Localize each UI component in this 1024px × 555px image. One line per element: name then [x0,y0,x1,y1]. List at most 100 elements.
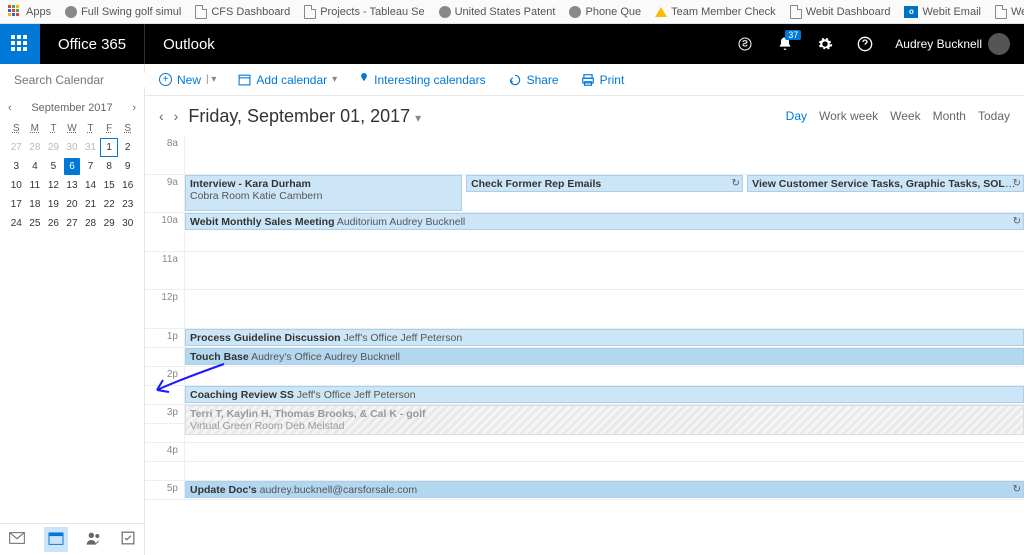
bookmark-icon [655,7,667,17]
minical-day[interactable]: 12 [45,177,62,194]
minical-dow: F [101,120,118,137]
minical-prev[interactable]: ‹ [8,102,12,114]
minical-day[interactable]: 27 [8,139,25,156]
minical-day[interactable]: 25 [27,215,44,232]
event[interactable]: Check Former Rep Emails↻ [466,175,743,192]
date-next[interactable]: › [174,108,179,124]
date-title[interactable]: Friday, September 01, 2017 ▾ [188,106,421,127]
minical-day[interactable]: 10 [8,177,25,194]
bookmark-item[interactable]: United States Patent [439,6,556,18]
bookmarks-bar: Apps Full Swing golf simul CFS Dashboard Pr… [0,0,1024,24]
minical-day[interactable]: 20 [64,196,81,213]
minical-day[interactable]: 15 [101,177,118,194]
calendar-plus-icon [238,73,251,86]
print-button[interactable]: Print [581,73,625,87]
minical-day[interactable]: 4 [27,158,44,175]
user-name: Audrey Bucknell [895,37,982,51]
minical-day[interactable]: 29 [101,215,118,232]
new-button[interactable]: + New | ▾ [159,73,216,87]
interesting-calendars-button[interactable]: Interesting calendars [359,73,485,87]
time-label [145,386,185,404]
bookmark-item[interactable]: Team Member Check [655,6,776,18]
bookmark-item[interactable]: CFS Dashboard [195,5,290,19]
event[interactable]: Webit Monthly Sales Meeting Auditorium A… [185,213,1024,230]
minical-next[interactable]: › [132,102,136,114]
bookmark-item[interactable]: Projects - Tableau Se [304,5,424,19]
minical-day[interactable]: 31 [82,139,99,156]
bookmark-item[interactable]: oWebit Email [904,6,980,18]
event[interactable]: View Customer Service Tasks, Graphic Tas… [747,175,1024,192]
time-label: 2p [145,367,185,385]
minical-day[interactable]: 18 [27,196,44,213]
recurring-icon: ↻ [1013,178,1021,189]
event[interactable]: Interview - Kara DurhamCobra Room Katie … [185,175,462,211]
minical-day[interactable]: 16 [119,177,136,194]
view-workweek[interactable]: Work week [819,109,878,123]
calendar-module[interactable] [44,527,68,552]
minical-day[interactable]: 11 [27,177,44,194]
minical-day[interactable]: 24 [8,215,25,232]
skype-button[interactable] [725,24,765,64]
event[interactable]: Touch Base Audrey's Office Audrey Buckne… [185,348,1024,365]
tasks-module[interactable] [121,531,135,548]
calendar-surface[interactable]: 8a 9a Interview - Kara DurhamCobra Room … [145,136,1024,555]
minical-day[interactable]: 7 [82,158,99,175]
minical-day[interactable]: 9 [119,158,136,175]
minical-dow: T [45,120,62,137]
view-week[interactable]: Week [890,109,920,123]
people-module[interactable] [86,531,102,548]
minical-day[interactable]: 19 [45,196,62,213]
minical-day[interactable]: 13 [64,177,81,194]
event[interactable]: Process Guideline Discussion Jeff's Offi… [185,329,1024,346]
bookmark-icon [790,5,802,19]
time-label [145,462,185,480]
date-prev[interactable]: ‹ [159,108,164,124]
minical-dow: T [82,120,99,137]
mail-module[interactable] [9,532,25,547]
view-month[interactable]: Month [933,109,966,123]
time-label: 5p [145,481,185,499]
minical-day[interactable]: 28 [27,139,44,156]
settings-button[interactable] [805,24,845,64]
minical-day[interactable]: 30 [119,215,136,232]
minical-day[interactable]: 27 [64,215,81,232]
minical-day[interactable]: 3 [8,158,25,175]
minical-dow: S [8,120,25,137]
share-button[interactable]: Share [508,73,559,87]
left-rail: ‹ September 2017 › SMTWTFS27282930311234… [0,64,145,555]
minical-day[interactable]: 2 [119,139,136,156]
bookmark-item[interactable]: Webit Dashboard [790,5,891,19]
minical-day[interactable]: 14 [82,177,99,194]
notifications-button[interactable]: 37 [765,24,805,64]
event[interactable]: Coaching Review SS Jeff's Office Jeff Pe… [185,386,1024,403]
search-calendar[interactable] [0,64,144,96]
minical-day[interactable]: 5 [45,158,62,175]
view-today[interactable]: Today [978,109,1010,123]
add-calendar-button[interactable]: Add calendar ▾ [238,73,337,87]
view-day[interactable]: Day [786,109,807,123]
chevron-down-icon: | ▾ [206,74,216,85]
minical-day[interactable]: 30 [64,139,81,156]
bookmark-item[interactable]: Apps [8,5,51,19]
bookmark-item[interactable]: Webit LM [995,5,1024,19]
minical-title[interactable]: September 2017 [31,102,112,114]
minical-day[interactable]: 22 [101,196,118,213]
help-button[interactable] [845,24,885,64]
suite-name[interactable]: Office 365 [40,36,144,53]
app-name[interactable]: Outlook [144,24,233,64]
event[interactable]: Update Doc's audrey.bucknell@carsforsale… [185,481,1024,498]
user-menu[interactable]: Audrey Bucknell [885,33,1024,55]
minical-day[interactable]: 1 [101,139,118,156]
minical-day[interactable]: 21 [82,196,99,213]
minical-day[interactable]: 26 [45,215,62,232]
bookmark-item[interactable]: Full Swing golf simul [65,6,181,18]
minical-day[interactable]: 23 [119,196,136,213]
minical-day[interactable]: 29 [45,139,62,156]
minical-day[interactable]: 17 [8,196,25,213]
minical-day[interactable]: 28 [82,215,99,232]
minical-day[interactable]: 8 [101,158,118,175]
people-icon [86,531,102,545]
bookmark-item[interactable]: Phone Que [569,6,641,18]
app-launcher[interactable] [0,24,40,64]
minical-day[interactable]: 6 [64,158,81,175]
